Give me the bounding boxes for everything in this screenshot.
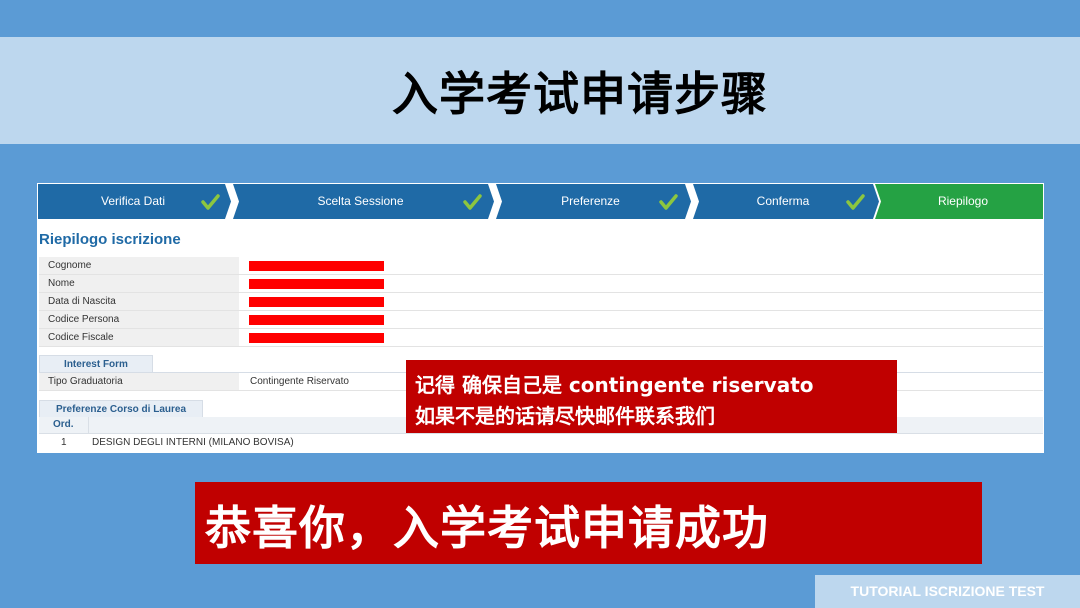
note-line-2: 如果不是的话请尽快邮件联系我们	[415, 404, 715, 428]
step-scelta-sessione[interactable]: Scelta Sessione	[268, 184, 453, 219]
redaction-bar	[249, 261, 384, 271]
field-row-codice-persona: Codice Persona	[39, 311, 1043, 329]
congrats-text: 恭喜你，入学考试申请成功	[205, 501, 769, 555]
footer-badge: TUTORIAL ISCRIZIONE TEST	[815, 575, 1080, 608]
column-header-ord: Ord.	[53, 419, 74, 430]
field-label: Codice Fiscale	[39, 329, 239, 346]
row-ord: 1	[61, 437, 67, 448]
step-conferma[interactable]: Conferma	[718, 184, 848, 219]
footer-text: TUTORIAL ISCRIZIONE TEST	[850, 583, 1045, 599]
note-callout: 记得 确保自己是 contingente riservato 如果不是的话请尽快…	[406, 360, 897, 433]
tab-preferenze-corso[interactable]: Preferenze Corso di Laurea	[39, 400, 203, 418]
field-label: Codice Persona	[39, 311, 239, 328]
redaction-bar	[249, 315, 384, 325]
wizard-steps: Verifica Dati Scelta Sessione Preferenze…	[38, 184, 1043, 219]
field-row-cognome: Cognome	[39, 257, 1043, 275]
redaction-bar	[249, 279, 384, 289]
field-label: Nome	[39, 275, 239, 292]
redaction-bar	[249, 333, 384, 343]
row-course: DESIGN DEGLI INTERNI (MILANO BOVISA)	[92, 437, 294, 448]
table-row: 1 DESIGN DEGLI INTERNI (MILANO BOVISA)	[39, 434, 1043, 451]
tab-interest-form[interactable]: Interest Form	[39, 355, 153, 373]
page-heading: Riepilogo iscrizione	[39, 231, 181, 248]
field-row-nome: Nome	[39, 275, 1043, 293]
step-riepilogo[interactable]: Riepilogo	[898, 184, 1028, 219]
step-preferenze[interactable]: Preferenze	[528, 184, 653, 219]
column-divider	[88, 417, 89, 433]
field-row-data-di-nascita: Data di Nascita	[39, 293, 1043, 311]
field-value: Contingente Riservato	[250, 376, 349, 387]
note-line-1: 记得 确保自己是 contingente riservato	[415, 373, 814, 397]
field-label: Tipo Graduatoria	[39, 373, 239, 390]
congrats-banner: 恭喜你，入学考试申请成功	[195, 482, 982, 564]
step-verifica-dati[interactable]: Verifica Dati	[68, 184, 198, 219]
field-row-codice-fiscale: Codice Fiscale	[39, 329, 1043, 347]
field-label: Cognome	[39, 257, 239, 274]
redaction-bar	[249, 297, 384, 307]
field-label: Data di Nascita	[39, 293, 239, 310]
slide-title: 入学考试申请步骤	[392, 67, 768, 121]
